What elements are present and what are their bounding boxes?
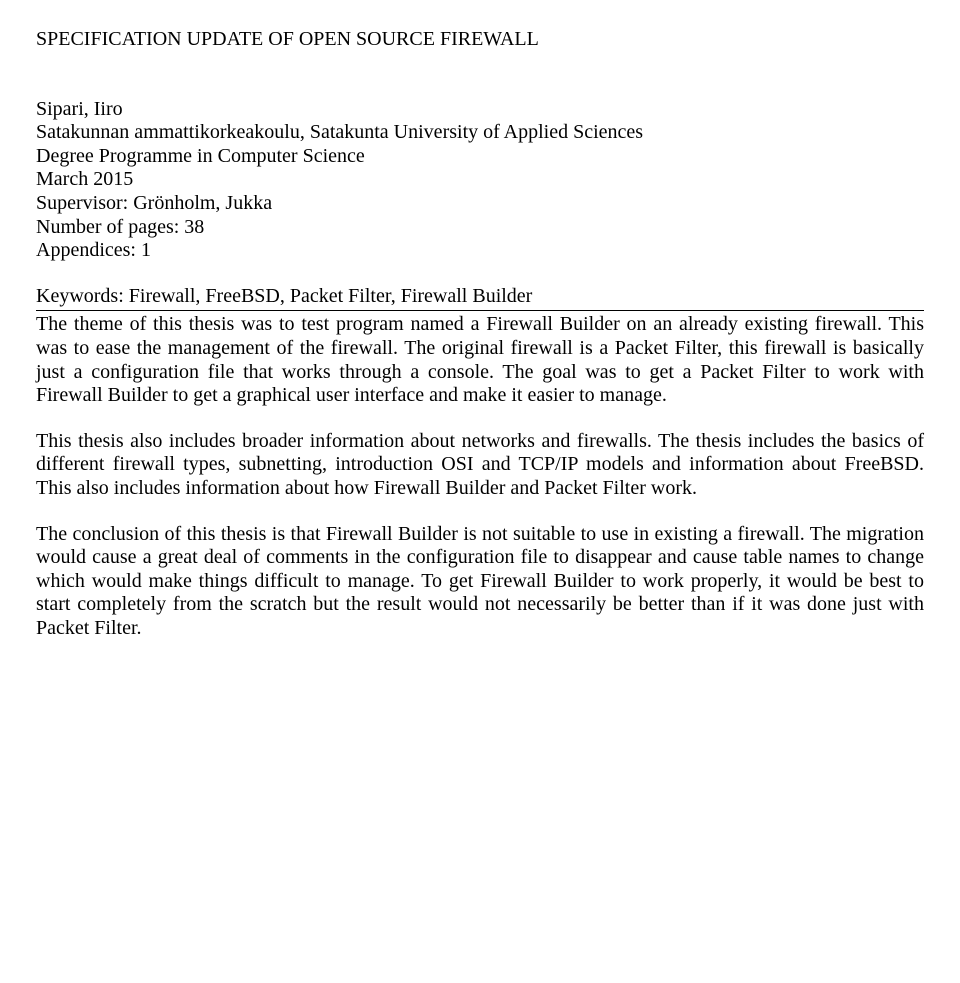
separator-line (36, 310, 924, 311)
paragraph: The conclusion of this thesis is that Fi… (36, 523, 924, 641)
abstract-body: The theme of this thesis was to test pro… (36, 313, 924, 640)
date-line: March 2015 (36, 168, 924, 192)
paragraph: The theme of this thesis was to test pro… (36, 313, 924, 407)
document-title: SPECIFICATION UPDATE OF OPEN SOURCE FIRE… (36, 28, 924, 52)
supervisor-line: Supervisor: Grönholm, Jukka (36, 192, 924, 216)
programme-line: Degree Programme in Computer Science (36, 145, 924, 169)
paragraph: This thesis also includes broader inform… (36, 430, 924, 501)
document-meta: Sipari, Iiro Satakunnan ammattikorkeakou… (36, 98, 924, 263)
appendices-line: Appendices: 1 (36, 239, 924, 263)
pages-line: Number of pages: 38 (36, 216, 924, 240)
institution-line: Satakunnan ammattikorkeakoulu, Satakunta… (36, 121, 924, 145)
keywords-line: Keywords: Firewall, FreeBSD, Packet Filt… (36, 285, 924, 309)
author-line: Sipari, Iiro (36, 98, 924, 122)
